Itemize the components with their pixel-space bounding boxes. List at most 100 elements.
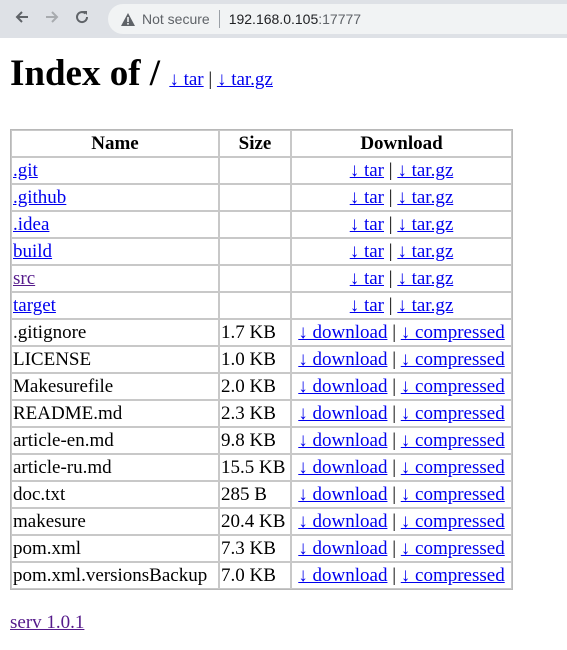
compressed-link[interactable]: ↓ compressed [401, 538, 505, 559]
compressed-link[interactable]: ↓ compressed [401, 376, 505, 397]
size-cell [219, 292, 291, 319]
serv-version-link[interactable]: serv 1.0.1 [10, 612, 84, 633]
table-row: build ↓ tar | ↓ tar.gz [11, 238, 512, 265]
table-row: Makesurefile 2.0 KB ↓ download | ↓ compres… [11, 373, 512, 400]
size-cell: 15.5 KB [219, 454, 291, 481]
page-content: Index of / ↓ tar | ↓ tar.gz Name Size Do… [0, 52, 567, 634]
compressed-link[interactable]: ↓ compressed [401, 565, 505, 586]
download-link[interactable]: ↓ download [298, 349, 387, 370]
size-cell [219, 265, 291, 292]
tar-link[interactable]: ↓ tar [350, 214, 384, 235]
download-cell: ↓ download | ↓ compressed [291, 562, 512, 589]
table-row: target ↓ tar | ↓ tar.gz [11, 292, 512, 319]
file-table: Name Size Download .git ↓ tar | ↓ tar.gz.… [10, 129, 513, 590]
compressed-link[interactable]: ↓ compressed [401, 322, 505, 343]
url-port: :17777 [318, 11, 362, 27]
security-label[interactable]: Not secure [142, 11, 210, 27]
download-link[interactable]: ↓ download [298, 565, 387, 586]
compressed-link[interactable]: ↓ compressed [401, 484, 505, 505]
link-separator: | [388, 295, 393, 316]
file-name-cell: doc.txt [11, 481, 219, 508]
link-separator: | [392, 349, 397, 370]
table-row: .idea ↓ tar | ↓ tar.gz [11, 211, 512, 238]
link-separator: | [392, 565, 397, 586]
root-targz-link[interactable]: ↓ tar.gz [217, 69, 273, 90]
file-name-cell: Makesurefile [11, 373, 219, 400]
tar-link[interactable]: ↓ tar [350, 241, 384, 262]
root-tar-link[interactable]: ↓ tar [169, 69, 203, 90]
targz-link[interactable]: ↓ tar.gz [397, 268, 453, 289]
dir-name-cell: .github [11, 184, 219, 211]
table-row: README.md 2.3 KB ↓ download | ↓ compressed [11, 400, 512, 427]
compressed-link[interactable]: ↓ compressed [401, 349, 505, 370]
size-cell: 1.7 KB [219, 319, 291, 346]
size-cell: 1.0 KB [219, 346, 291, 373]
table-row: .github ↓ tar | ↓ tar.gz [11, 184, 512, 211]
dir-link[interactable]: src [13, 268, 35, 289]
reload-button[interactable] [67, 4, 97, 34]
table-row: article-ru.md 15.5 KB ↓ download | ↓ compr… [11, 454, 512, 481]
size-cell [219, 238, 291, 265]
column-header-download: Download [291, 130, 512, 157]
link-separator: | [392, 430, 397, 451]
file-name-cell: .gitignore [11, 319, 219, 346]
download-link[interactable]: ↓ download [298, 322, 387, 343]
dir-link[interactable]: build [13, 241, 52, 262]
dir-link[interactable]: .github [13, 187, 66, 208]
file-name-cell: README.md [11, 400, 219, 427]
download-link[interactable]: ↓ download [298, 430, 387, 451]
file-name-cell: pom.xml.versionsBackup [11, 562, 219, 589]
targz-link[interactable]: ↓ tar.gz [397, 214, 453, 235]
size-cell [219, 184, 291, 211]
compressed-link[interactable]: ↓ compressed [401, 403, 505, 424]
dir-link[interactable]: target [13, 295, 56, 316]
size-cell [219, 211, 291, 238]
dir-name-cell: .git [11, 157, 219, 184]
download-cell: ↓ tar | ↓ tar.gz [291, 292, 512, 319]
table-row: src ↓ tar | ↓ tar.gz [11, 265, 512, 292]
address-bar[interactable]: Not secure 192.168.0.105:17777 [108, 4, 567, 34]
root-archive-links: ↓ tar | ↓ tar.gz [169, 69, 273, 90]
back-arrow-icon [14, 9, 30, 30]
download-link[interactable]: ↓ download [298, 538, 387, 559]
compressed-link[interactable]: ↓ compressed [401, 430, 505, 451]
download-link[interactable]: ↓ download [298, 376, 387, 397]
download-cell: ↓ tar | ↓ tar.gz [291, 265, 512, 292]
download-cell: ↓ tar | ↓ tar.gz [291, 211, 512, 238]
tar-link[interactable]: ↓ tar [350, 268, 384, 289]
download-cell: ↓ download | ↓ compressed [291, 346, 512, 373]
dir-name-cell: target [11, 292, 219, 319]
targz-link[interactable]: ↓ tar.gz [397, 295, 453, 316]
link-separator: | [392, 376, 397, 397]
link-separator: | [388, 160, 393, 181]
compressed-link[interactable]: ↓ compressed [401, 511, 505, 532]
forward-arrow-icon [44, 9, 60, 30]
targz-link[interactable]: ↓ tar.gz [397, 160, 453, 181]
download-link[interactable]: ↓ download [298, 403, 387, 424]
targz-link[interactable]: ↓ tar.gz [397, 187, 453, 208]
forward-button[interactable] [37, 4, 67, 34]
tar-link[interactable]: ↓ tar [350, 295, 384, 316]
download-link[interactable]: ↓ download [298, 511, 387, 532]
download-cell: ↓ download | ↓ compressed [291, 373, 512, 400]
table-row: pom.xml 7.3 KB ↓ download | ↓ compressed [11, 535, 512, 562]
table-row: article-en.md 9.8 KB ↓ download | ↓ compre… [11, 427, 512, 454]
compressed-link[interactable]: ↓ compressed [401, 457, 505, 478]
dir-link[interactable]: .git [13, 160, 38, 181]
root-link-separator: | [208, 69, 213, 90]
targz-link[interactable]: ↓ tar.gz [397, 241, 453, 262]
link-separator: | [392, 403, 397, 424]
back-button[interactable] [7, 4, 37, 34]
size-cell: 285 B [219, 481, 291, 508]
table-body: .git ↓ tar | ↓ tar.gz .github ↓ tar | ↓ tar… [11, 157, 512, 589]
download-link[interactable]: ↓ download [298, 457, 387, 478]
tar-link[interactable]: ↓ tar [350, 160, 384, 181]
download-link[interactable]: ↓ download [298, 484, 387, 505]
tar-link[interactable]: ↓ tar [350, 187, 384, 208]
size-cell: 7.0 KB [219, 562, 291, 589]
download-cell: ↓ tar | ↓ tar.gz [291, 157, 512, 184]
table-row: pom.xml.versionsBackup 7.0 KB ↓ download |… [11, 562, 512, 589]
warning-triangle-icon[interactable] [120, 11, 136, 27]
download-cell: ↓ download | ↓ compressed [291, 481, 512, 508]
dir-link[interactable]: .idea [13, 214, 49, 235]
